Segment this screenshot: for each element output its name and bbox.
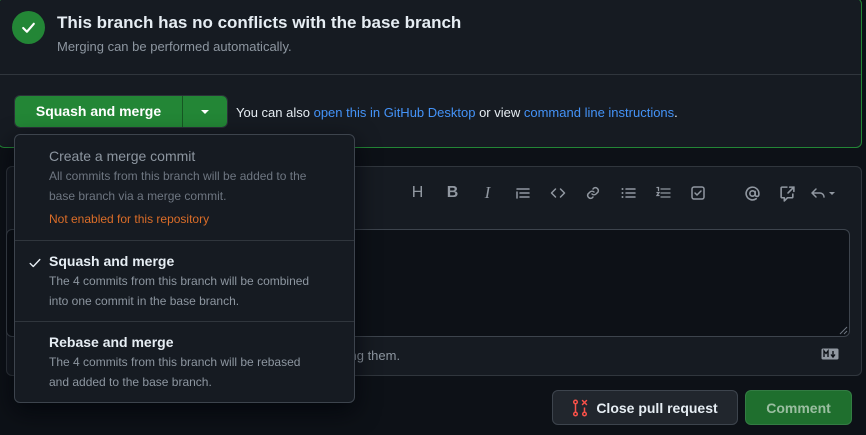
italic-icon[interactable]: I <box>470 182 505 204</box>
undo-dropdown-icon[interactable] <box>805 182 840 204</box>
menu-item-squash-and-merge[interactable]: Squash and merge The 4 commits from this… <box>15 253 354 311</box>
resize-grip-icon[interactable] <box>838 325 848 335</box>
heading-icon[interactable]: H <box>400 182 435 204</box>
quote-icon[interactable] <box>505 182 540 204</box>
menu-item-warning: Not enabled for this repository <box>49 212 210 226</box>
menu-item-description-line: into one commit in the base branch. <box>49 294 240 308</box>
task-list-icon[interactable] <box>680 182 715 204</box>
open-in-desktop-link[interactable]: open this in GitHub Desktop <box>314 105 476 120</box>
menu-item-description: All commits from this branch will be add… <box>49 166 354 206</box>
caret-down-icon <box>201 109 209 114</box>
ordered-list-icon[interactable] <box>645 182 680 204</box>
merge-status: This branch has no conflicts with the ba… <box>0 0 861 75</box>
squash-and-merge-button[interactable]: Squash and merge <box>15 96 182 127</box>
merge-button-group: Squash and merge <box>14 95 228 128</box>
markdown-icon[interactable] <box>821 348 839 360</box>
markdown-toolbar: H B I <box>400 182 840 204</box>
menu-item-description-line: The 4 commits from this branch will be r… <box>49 355 301 369</box>
link-icon[interactable] <box>575 182 610 204</box>
merge-method-dropdown-button[interactable] <box>182 96 227 127</box>
menu-item-rebase-and-merge[interactable]: Rebase and merge The 4 commits from this… <box>15 334 354 392</box>
merge-method-menu: Create a merge commit All commits from t… <box>14 134 355 403</box>
check-icon <box>29 258 41 268</box>
menu-item-create-merge-commit[interactable]: Create a merge commit All commits from t… <box>15 148 354 226</box>
menu-item-description-line: All commits from this branch will be add… <box>49 169 307 183</box>
menu-divider <box>15 321 354 322</box>
menu-item-title: Squash and merge <box>49 253 175 269</box>
menu-item-description-line: and added to the base branch. <box>49 375 212 389</box>
cross-reference-icon[interactable] <box>770 182 805 204</box>
menu-item-description: The 4 commits from this branch will be c… <box>49 271 354 311</box>
unordered-list-icon[interactable] <box>610 182 645 204</box>
alternatives-suffix: . <box>674 105 678 120</box>
close-pull-request-label: Close pull request <box>596 399 718 416</box>
merge-alternatives: You can also open this in GitHub Desktop… <box>236 105 678 120</box>
alternatives-middle: or view <box>475 105 524 120</box>
menu-item-description: The 4 commits from this branch will be r… <box>49 352 354 392</box>
menu-item-title: Rebase and merge <box>49 334 174 350</box>
merge-status-title: This branch has no conflicts with the ba… <box>57 13 462 32</box>
command-line-instructions-link[interactable]: command line instructions <box>524 105 674 120</box>
bold-icon[interactable]: B <box>435 182 470 204</box>
menu-divider <box>15 240 354 241</box>
code-icon[interactable] <box>540 182 575 204</box>
menu-item-description-line: The 4 commits from this branch will be c… <box>49 274 310 288</box>
alternatives-prefix: You can also <box>236 105 314 120</box>
mention-icon[interactable] <box>735 182 770 204</box>
close-pull-request-button[interactable]: Close pull request <box>552 390 738 425</box>
menu-item-description-line: base branch via a merge commit. <box>49 189 227 203</box>
menu-item-title: Create a merge commit <box>49 148 196 164</box>
comment-button[interactable]: Comment <box>745 390 852 425</box>
merge-status-subtitle: Merging can be performed automatically. <box>57 39 292 54</box>
check-circle-icon <box>12 11 45 44</box>
git-pull-request-closed-icon <box>573 398 588 417</box>
